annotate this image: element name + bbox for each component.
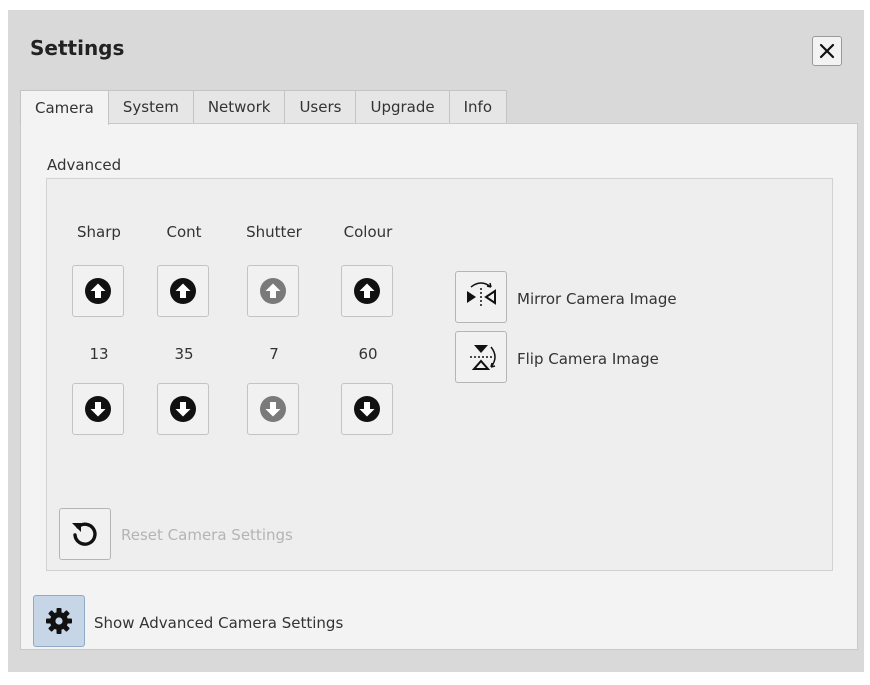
colour-label: Colour [343,223,393,241]
shutter-increase-button[interactable] [247,265,299,317]
reset-camera-button[interactable] [59,508,111,560]
arrow-down-circle-icon [354,396,380,422]
tab-network[interactable]: Network [192,90,286,123]
mirror-camera-label: Mirror Camera Image [517,290,677,308]
arrow-down-circle-icon [260,396,286,422]
arrow-up-circle-icon [260,278,286,304]
close-icon [819,43,835,59]
tab-bar: Camera System Network Users Upgrade Info [20,90,507,125]
reset-icon [72,522,97,546]
mirror-camera-button[interactable] [455,271,507,323]
colour-decrease-button[interactable] [341,383,393,435]
shutter-label: Shutter [246,223,302,241]
sharp-label: Sharp [77,223,121,241]
arrow-down-circle-icon [85,396,111,422]
arrow-up-circle-icon [354,278,380,304]
show-advanced-settings-button[interactable] [33,595,85,647]
arrow-down-circle-icon [170,396,196,422]
shutter-decrease-button[interactable] [247,383,299,435]
advanced-section-label: Advanced [47,156,122,174]
tab-users[interactable]: Users [284,90,357,123]
advanced-group-box: Sharp Cont Shutter Colour 13 35 7 60 Mir… [46,178,833,571]
flip-icon [470,345,496,370]
contrast-decrease-button[interactable] [157,383,209,435]
tab-camera[interactable]: Camera [20,90,109,125]
contrast-increase-button[interactable] [157,265,209,317]
arrow-up-circle-icon [170,278,196,304]
colour-value: 60 [358,345,378,363]
colour-increase-button[interactable] [341,265,393,317]
gear-icon [46,608,72,634]
sharp-increase-button[interactable] [72,265,124,317]
shutter-value: 7 [269,345,279,363]
sharp-value: 13 [89,345,109,363]
tab-upgrade[interactable]: Upgrade [355,90,450,123]
flip-camera-button[interactable] [455,331,507,383]
sharp-decrease-button[interactable] [72,383,124,435]
contrast-label: Cont [166,223,202,241]
mirror-icon [467,282,496,308]
tab-system[interactable]: System [107,90,194,123]
close-button[interactable] [812,36,842,66]
flip-camera-label: Flip Camera Image [517,350,659,368]
tab-info[interactable]: Info [448,90,507,123]
contrast-value: 35 [174,345,194,363]
settings-dialog: Settings Camera System Network Users Upg… [8,10,864,672]
dialog-title: Settings [30,36,125,60]
reset-camera-label: Reset Camera Settings [121,526,293,544]
arrow-up-circle-icon [85,278,111,304]
camera-tab-panel: Advanced Sharp Cont Shutter Colour 13 35… [20,123,858,650]
show-advanced-settings-label: Show Advanced Camera Settings [94,614,344,632]
